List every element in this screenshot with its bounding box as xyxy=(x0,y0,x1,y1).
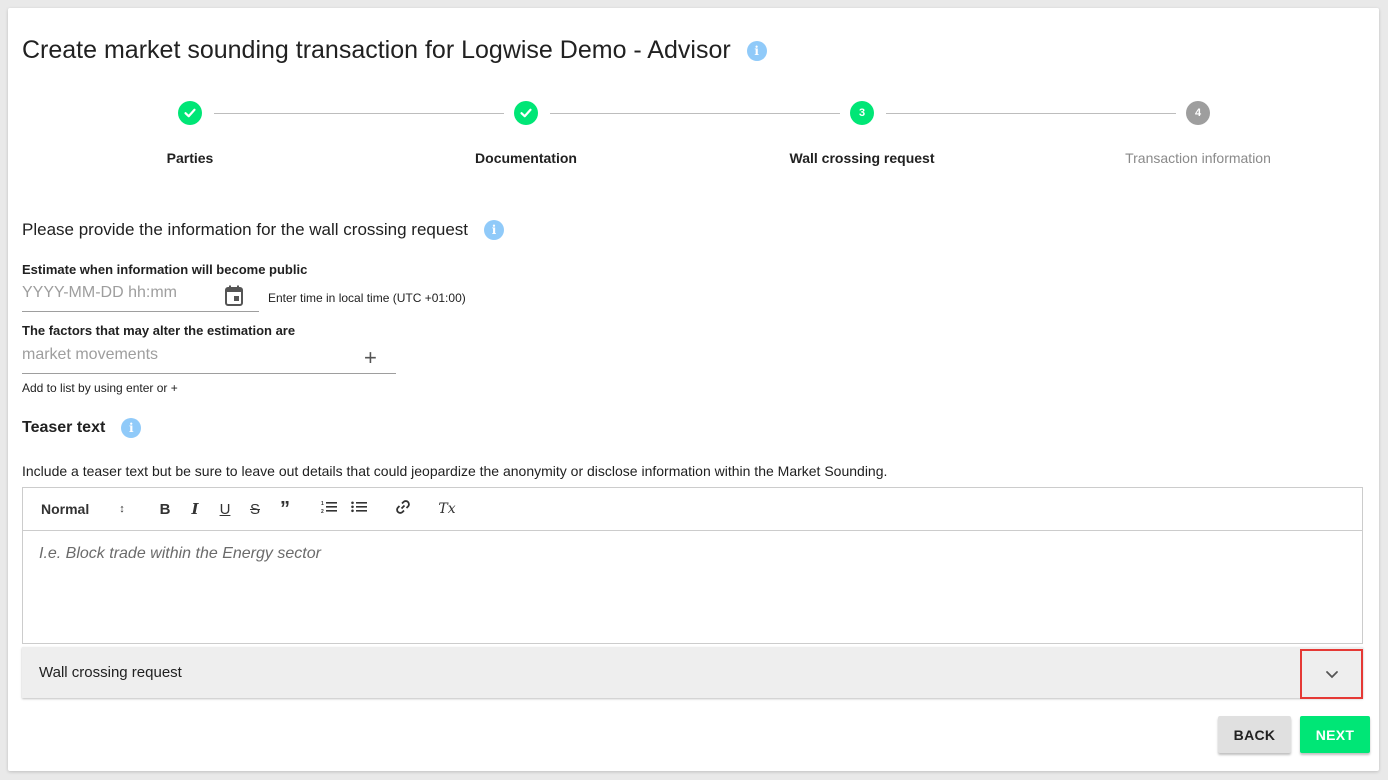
factors-helper: Add to list by using enter or + xyxy=(22,381,178,395)
main-card: Create market sounding transaction for L… xyxy=(8,8,1379,771)
format-select-value: Normal xyxy=(41,501,90,517)
select-arrows-icon: ↕ xyxy=(119,503,125,515)
info-icon[interactable]: i xyxy=(121,418,142,438)
editor-toolbar: Normal ↕ B I U S ” 12 Tx xyxy=(23,488,1362,531)
step-parties[interactable]: Parties xyxy=(22,101,358,166)
next-button[interactable]: NEXT xyxy=(1300,716,1370,753)
step-documentation[interactable]: Documentation xyxy=(358,101,694,166)
editor-placeholder: I.e. Block trade within the Energy secto… xyxy=(39,545,321,562)
stepper: Parties Documentation 3 Wall crossing re… xyxy=(22,101,1366,166)
step-label: Documentation xyxy=(475,150,577,166)
info-icon[interactable]: i xyxy=(746,40,767,61)
italic-button[interactable]: I xyxy=(183,500,207,518)
info-icon[interactable]: i xyxy=(484,220,505,240)
factors-placeholder: market movements xyxy=(22,346,159,363)
quote-button[interactable]: ” xyxy=(273,498,297,521)
estimate-helper: Enter time in local time (UTC +01:00) xyxy=(268,291,466,305)
factors-input[interactable]: market movements + xyxy=(22,345,396,374)
estimate-label: Estimate when information will become pu… xyxy=(22,262,308,277)
underline-button[interactable]: U xyxy=(213,501,237,518)
step-label: Parties xyxy=(166,150,214,166)
page-title: Create market sounding transaction for L… xyxy=(22,36,731,64)
estimate-placeholder: YYYY-MM-DD hh:mm xyxy=(22,284,177,301)
title-row: Create market sounding transaction for L… xyxy=(22,36,767,65)
accordion-toggle[interactable] xyxy=(1300,649,1363,699)
section-heading: Please provide the information for the w… xyxy=(22,220,505,240)
back-button[interactable]: BACK xyxy=(1218,716,1291,753)
factors-label: The factors that may alter the estimatio… xyxy=(22,323,296,338)
step-label: Wall crossing request xyxy=(789,150,935,166)
add-icon[interactable]: + xyxy=(364,345,377,371)
strike-button[interactable]: S xyxy=(243,501,267,518)
section-title: Please provide the information for the w… xyxy=(22,220,469,239)
svg-text:2: 2 xyxy=(321,509,324,514)
ordered-list-icon[interactable]: 12 xyxy=(317,500,341,518)
step-transaction-info[interactable]: 4 Transaction information xyxy=(1030,101,1366,166)
estimate-date-input[interactable]: YYYY-MM-DD hh:mm xyxy=(22,284,259,312)
accordion-label: Wall crossing request xyxy=(39,664,182,681)
step-wall-crossing[interactable]: 3 Wall crossing request xyxy=(694,101,1030,166)
teaser-description: Include a teaser text but be sure to lea… xyxy=(22,463,888,479)
link-icon[interactable] xyxy=(391,499,415,519)
wall-crossing-accordion[interactable]: Wall crossing request xyxy=(22,647,1363,699)
rich-text-editor[interactable]: Normal ↕ B I U S ” 12 Tx I.e. Block trad… xyxy=(22,487,1363,644)
format-select[interactable]: Normal ↕ xyxy=(41,501,139,517)
chevron-down-icon xyxy=(1325,666,1339,683)
editor-content[interactable]: I.e. Block trade within the Energy secto… xyxy=(23,531,1362,577)
calendar-icon[interactable] xyxy=(224,285,244,312)
clear-format-icon[interactable]: Tx xyxy=(435,501,459,517)
check-icon xyxy=(514,101,538,125)
step-label: Transaction information xyxy=(1125,150,1271,166)
teaser-heading: Teaser text i xyxy=(22,418,142,438)
bullet-list-icon[interactable] xyxy=(347,500,371,518)
svg-text:1: 1 xyxy=(321,501,324,507)
teaser-title: Teaser text xyxy=(22,419,106,436)
step-number: 4 xyxy=(1186,101,1210,125)
step-number: 3 xyxy=(850,101,874,125)
check-icon xyxy=(178,101,202,125)
bold-button[interactable]: B xyxy=(153,501,177,518)
